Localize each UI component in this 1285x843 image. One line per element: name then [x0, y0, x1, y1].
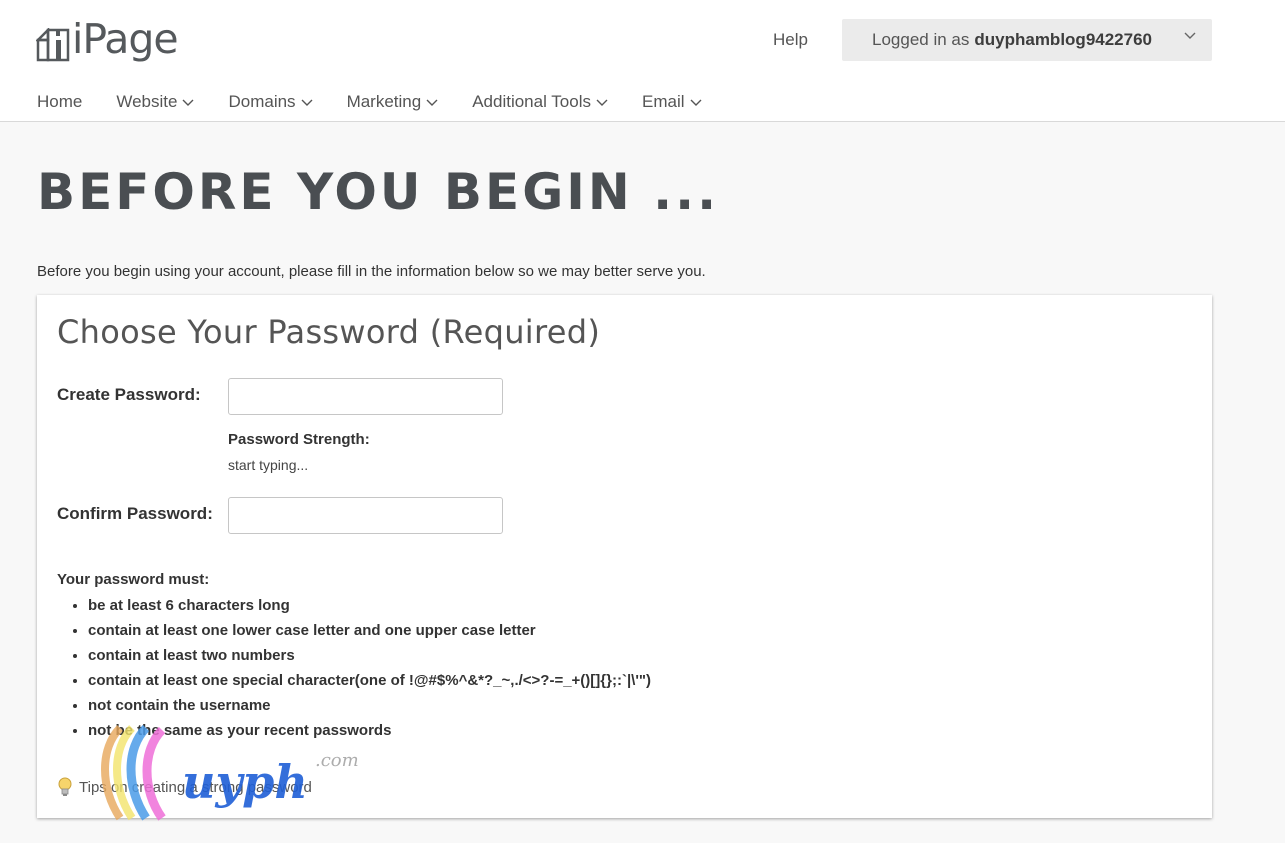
lightbulb-icon — [58, 777, 72, 796]
list-item: contain at least one lower case letter a… — [88, 618, 651, 643]
tips-label: Tips on creating a strong password — [79, 778, 312, 796]
nav-item-label: Additional Tools — [472, 92, 591, 111]
password-rules-title: Your password must: — [57, 571, 210, 588]
list-item: not be the same as your recent passwords — [88, 718, 651, 743]
account-username: duyphamblog9422760 — [974, 30, 1152, 49]
nav-item-additional-tools[interactable]: Additional Tools — [472, 92, 608, 112]
chevron-down-icon — [426, 99, 438, 106]
intro-text: Before you begin using your account, ple… — [37, 263, 706, 280]
list-item: be at least 6 characters long — [88, 593, 651, 618]
password-rules-list: be at least 6 characters long contain at… — [88, 593, 651, 743]
nav-item-marketing[interactable]: Marketing — [347, 92, 439, 112]
nav-item-email[interactable]: Email — [642, 92, 702, 112]
main-nav: Home Website Domains Marketing Additiona… — [37, 90, 736, 114]
logo-page-icon — [36, 28, 70, 62]
list-item: not contain the username — [88, 693, 651, 718]
create-password-label: Create Password: — [57, 385, 201, 404]
account-menu[interactable]: Logged in as duyphamblog9422760 — [842, 19, 1212, 61]
chevron-down-icon — [596, 99, 608, 106]
confirm-password-field[interactable] — [228, 497, 503, 534]
confirm-password-label: Confirm Password: — [57, 504, 213, 523]
account-prefix: Logged in as — [872, 30, 970, 49]
list-item: contain at least two numbers — [88, 643, 651, 668]
chevron-down-icon — [301, 99, 313, 106]
nav-item-label: Website — [116, 92, 178, 111]
password-tips-link[interactable]: Tips on creating a strong password — [57, 777, 312, 797]
password-strength-label: Password Strength: — [228, 431, 370, 448]
nav-item-domains[interactable]: Domains — [228, 92, 313, 112]
nav-item-website[interactable]: Website — [116, 92, 194, 112]
password-card: Choose Your Password (Required) Create P… — [37, 295, 1212, 818]
top-header: iPage Help Logged in as duyphamblog94227… — [0, 0, 1285, 122]
page-title: BEFORE YOU BEGIN ... — [37, 163, 720, 221]
logo-text: iPage — [72, 15, 179, 63]
help-link[interactable]: Help — [773, 29, 808, 51]
nav-item-label: Domains — [228, 92, 296, 111]
create-password-field[interactable] — [228, 378, 503, 415]
password-strength-value: start typing... — [228, 457, 309, 473]
chevron-down-icon — [1184, 32, 1196, 39]
chevron-down-icon — [182, 99, 194, 106]
card-heading: Choose Your Password (Required) — [57, 313, 601, 351]
ipage-logo[interactable]: iPage — [36, 15, 179, 63]
nav-item-home[interactable]: Home — [37, 92, 82, 112]
list-item: contain at least one special character(o… — [88, 668, 651, 693]
nav-item-label: Home — [37, 92, 83, 111]
nav-item-label: Marketing — [346, 92, 422, 111]
chevron-down-icon — [690, 99, 701, 106]
nav-item-label: Email — [641, 92, 685, 111]
